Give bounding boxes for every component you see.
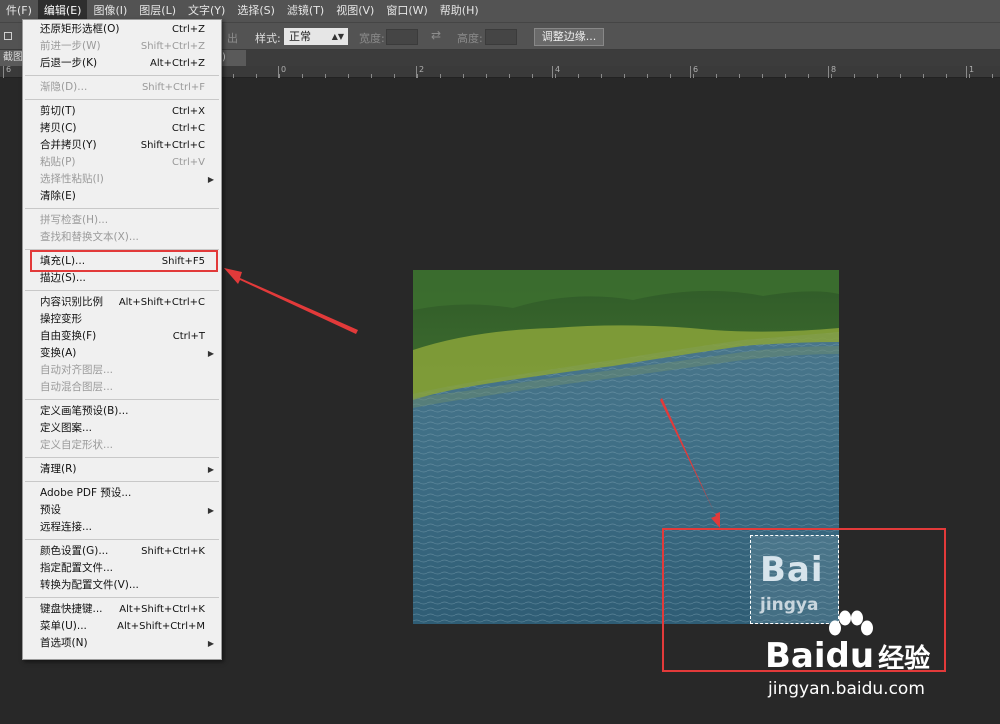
arrow-to-fill-item-icon (224, 268, 358, 334)
arrow-to-watermark-icon (660, 398, 720, 528)
annotation-arrows (224, 268, 720, 528)
